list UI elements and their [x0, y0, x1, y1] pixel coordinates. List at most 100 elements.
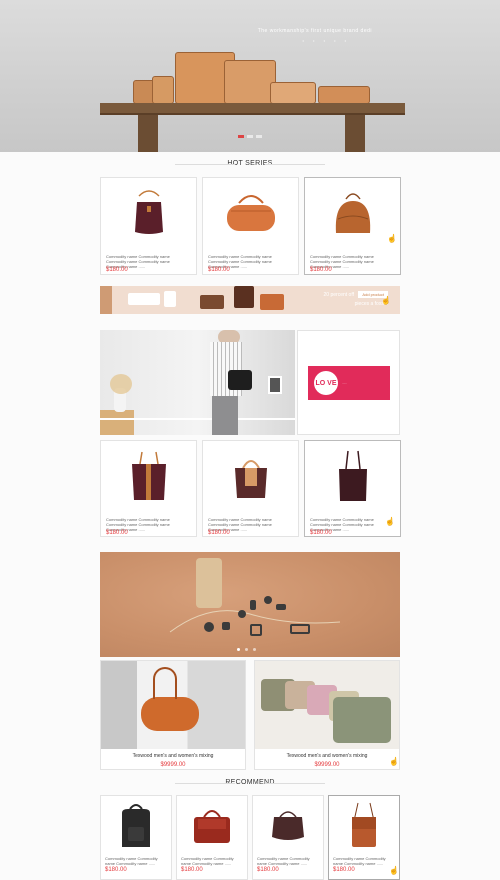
product-image — [305, 178, 400, 248]
hero-tagline: The workmanship's first unique brand ded… — [257, 28, 372, 34]
product-card[interactable]: Commodity name Commodity name Commodity … — [328, 795, 400, 880]
shelf-line — [100, 418, 295, 420]
ring-icon — [238, 610, 246, 618]
promo-line-1: 20 percent off — [323, 292, 355, 298]
product-image — [101, 441, 196, 511]
product-price: $180.00 — [257, 867, 279, 873]
model-leg — [101, 661, 137, 749]
product-card[interactable]: Commodity name Commodity name Commodity … — [304, 440, 401, 537]
buckle-icon — [204, 622, 214, 632]
leather-carousel-dots[interactable] — [237, 648, 256, 651]
featured-item-image — [101, 661, 245, 749]
accessory-bracelet-icon — [128, 293, 160, 305]
product-image — [203, 441, 298, 511]
product-name[interactable]: Commodity name Commodity name Commodity … — [181, 856, 243, 866]
bench-leg — [138, 115, 158, 152]
product-image — [101, 796, 171, 854]
dried-flowers — [110, 374, 132, 394]
product-card[interactable]: Commodity name Commodity name Commodity … — [100, 795, 172, 880]
carousel-dot[interactable] — [245, 648, 248, 651]
product-name[interactable]: Commodity name Commodity name Commodity … — [333, 856, 395, 866]
accessory-clasp-icon — [164, 291, 176, 307]
square-buckle-icon — [290, 624, 310, 634]
carousel-dot[interactable] — [238, 135, 244, 138]
featured-item-caption[interactable]: Texwood men's and women's mixing — [255, 753, 399, 759]
mini-backpack-icon — [234, 286, 254, 308]
product-price: $180.00 — [208, 530, 230, 536]
love-logo: LO VE — [314, 371, 338, 395]
d-ring-icon — [250, 624, 262, 636]
featured-item-image — [255, 661, 399, 749]
hook-icon — [276, 604, 286, 610]
hobo-bag-icon — [272, 811, 304, 840]
product-price: $180.00 — [106, 530, 128, 536]
section-title-hot-series: HOT SERIES — [0, 160, 500, 167]
clasp-icon — [250, 600, 256, 610]
shopper-bag-icon — [338, 450, 367, 501]
mini-bag-icon — [200, 295, 224, 309]
product-card[interactable]: Commodity name Commodity name Commodity … — [100, 440, 197, 537]
tote-bag-icon — [131, 451, 166, 500]
product-card[interactable]: Commodity name Commodity name Commodity … — [176, 795, 248, 880]
dome-bag-icon — [335, 193, 370, 233]
carousel-dot[interactable] — [237, 648, 240, 651]
barrel-bag-icon — [226, 195, 275, 231]
product-price: $180.00 — [310, 530, 332, 536]
page: The workmanship's first unique brand ded… — [0, 0, 500, 880]
orange-barrel-bag — [141, 697, 199, 731]
side-table — [100, 410, 134, 435]
hero-subline: • • • • • — [302, 38, 350, 43]
backpack-icon — [122, 804, 150, 847]
carousel-dot[interactable] — [247, 135, 253, 138]
hero-carousel-dots[interactable] — [238, 135, 262, 138]
product-card[interactable]: Commodity name Commodity name Commodity … — [202, 177, 299, 275]
promo-text: 20 percent off Add product pieces a foxs… — [324, 291, 388, 309]
product-image — [101, 178, 196, 248]
product-name[interactable]: Commodity name Commodity name Commodity … — [257, 856, 319, 866]
rivet-icon — [222, 622, 230, 630]
love-banner-text: ...... — [342, 381, 348, 385]
leather-craft-banner[interactable] — [100, 552, 400, 657]
snap-icon — [264, 596, 272, 604]
product-price: $180.00 — [208, 267, 230, 273]
hero-banner[interactable]: The workmanship's first unique brand ded… — [0, 0, 500, 152]
bench-leg — [345, 115, 365, 152]
product-price: $180.00 — [181, 867, 203, 873]
handbag-icon — [234, 460, 267, 498]
crossbody-bag-icon — [352, 802, 376, 847]
mini-satchel-icon — [260, 294, 284, 310]
hand-cursor-icon: ☝ — [389, 757, 399, 766]
product-price: $180.00 — [105, 867, 127, 873]
model-jeans — [212, 396, 238, 435]
featured-item-price: $9999.00 — [314, 762, 340, 768]
wooden-bench — [100, 103, 405, 115]
promo-strip[interactable]: 20 percent off Add product pieces a foxs… — [100, 286, 400, 314]
product-image — [329, 796, 399, 854]
hand-cursor-icon: ☝ — [389, 866, 399, 875]
section-title-recommend: RECOMMEND — [0, 779, 500, 786]
bag-handle — [153, 667, 177, 699]
product-price: $180.00 — [333, 867, 355, 873]
hand-cursor-icon: ☝ — [387, 234, 397, 243]
featured-item-price: $9999.00 — [160, 762, 186, 768]
hand-cursor-icon: ☝ — [381, 296, 391, 305]
love-promo-panel[interactable]: LO VE ...... — [297, 330, 400, 435]
product-card[interactable]: Commodity name Commodity name Commodity … — [202, 440, 299, 537]
hand-cursor-icon: ☝ — [385, 517, 395, 526]
love-banner[interactable]: LO VE ...... — [308, 366, 390, 400]
product-card[interactable]: Commodity name Commodity name Commodity … — [252, 795, 324, 880]
product-card[interactable]: Commodity name Commodity name Commodity … — [304, 177, 401, 275]
satchel-icon — [194, 810, 230, 843]
product-price: $180.00 — [310, 267, 332, 273]
product-price: $180.00 — [106, 267, 128, 273]
featured-item-caption[interactable]: Texwood men's and women's mixing — [101, 753, 245, 759]
product-name[interactable]: Commodity name Commodity name Commodity … — [105, 856, 167, 866]
featured-item-card[interactable]: Texwood men's and women's mixing $9999.0… — [254, 660, 400, 770]
model-photo[interactable] — [100, 330, 295, 435]
bucket-bag-icon — [134, 190, 163, 234]
carousel-dot[interactable] — [256, 135, 262, 138]
carousel-dot[interactable] — [253, 648, 256, 651]
product-card[interactable]: Commodity name Commodity name Commodity … — [100, 177, 197, 275]
featured-item-card[interactable]: Texwood men's and women's mixing $9999.0… — [100, 660, 246, 770]
black-handbag — [228, 370, 252, 390]
